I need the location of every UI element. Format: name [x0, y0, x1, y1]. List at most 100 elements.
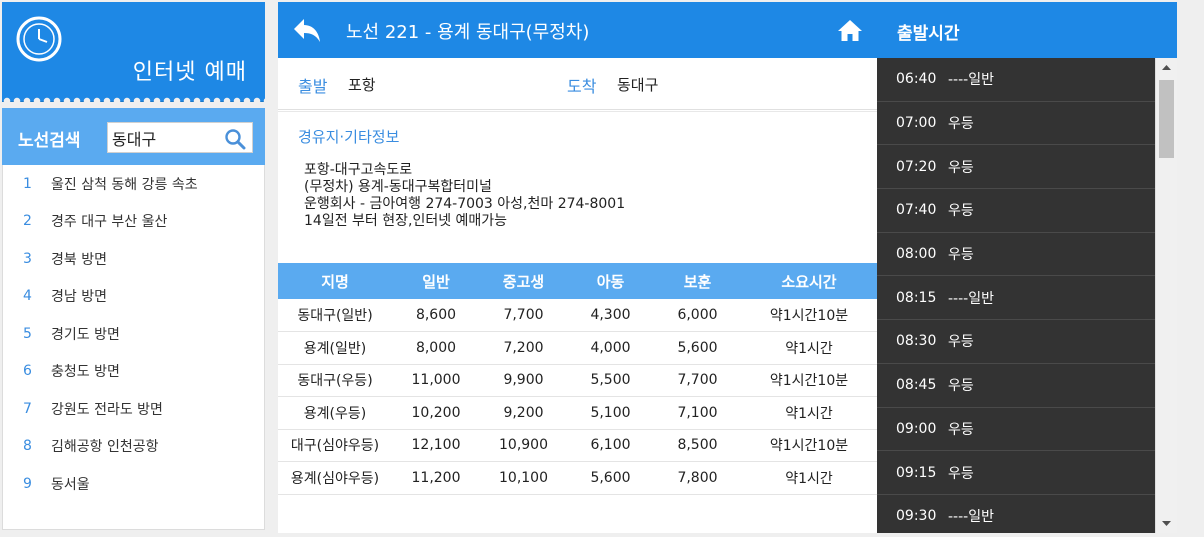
route-info-section: 경유지·기타정보 포항-대구고속도로 (무정차) 용계-동대구복합터미널 운행회… [278, 111, 877, 263]
cell: 10,900 [480, 429, 567, 462]
departure-time: 08:45 [896, 377, 937, 394]
departure-time: 09:30 [896, 507, 937, 524]
col-header: 소요시간 [741, 263, 877, 299]
cell: 동대구(일반) [278, 299, 392, 332]
col-header: 지명 [278, 263, 392, 299]
info-lines: 포항-대구고속도로 (무정차) 용계-동대구복합터미널 운행회사 - 금아여행 … [304, 162, 625, 230]
departure-time: 07:20 [896, 158, 937, 175]
route-number: 4 [23, 288, 32, 305]
route-number: 9 [23, 475, 32, 492]
arrival-value: 동대구 [617, 76, 659, 94]
bus-class: ----일반 [948, 290, 994, 307]
time-item[interactable]: 09:30 ----일반 [877, 495, 1155, 537]
route-item[interactable]: 3 경북 방면 [3, 240, 264, 278]
cell: 11,200 [392, 461, 480, 495]
bus-class: 우등 [948, 465, 974, 482]
time-item[interactable]: 09:15 우등 [877, 451, 1155, 495]
scroll-up-arrow-icon[interactable] [1156, 58, 1177, 78]
cell: 약1시간10분 [741, 429, 877, 462]
bus-class: 우등 [948, 421, 974, 438]
cell: 약1시간10분 [741, 299, 877, 332]
cell: 10,100 [480, 461, 567, 495]
route-item[interactable]: 7 강원도 전라도 방면 [3, 390, 264, 428]
cell: 8,000 [392, 331, 480, 365]
search-icon[interactable] [224, 128, 246, 150]
cell: 7,700 [654, 364, 741, 397]
col-header: 아동 [567, 263, 654, 299]
scroll-thumb[interactable] [1159, 80, 1174, 158]
home-icon[interactable] [837, 18, 863, 42]
departure-time: 09:00 [896, 420, 937, 437]
time-item[interactable]: 07:20 우등 [877, 145, 1155, 190]
route-item[interactable]: 2 경주 대구 부산 울산 [3, 203, 264, 241]
table-row: 용계(일반) 8,000 7,200 4,000 5,600 약1시간 [278, 331, 877, 365]
bus-class: 우등 [948, 247, 974, 264]
search-label: 노선검색 [18, 131, 81, 151]
route-number: 8 [23, 438, 32, 455]
cell: 약1시간10분 [741, 364, 877, 397]
time-item[interactable]: 07:00 우등 [877, 102, 1155, 146]
fare-table-header: 지명 일반 중고생 아동 보훈 소요시간 [278, 263, 877, 299]
route-name: 경기도 방면 [51, 326, 120, 343]
time-item[interactable]: 08:15 ----일반 [877, 276, 1155, 321]
search-box [107, 122, 253, 153]
cell: 동대구(우등) [278, 364, 392, 397]
departure-time: 06:40 [896, 71, 937, 88]
time-item[interactable]: 09:00 우등 [877, 408, 1155, 452]
departure-time: 07:40 [896, 202, 937, 219]
cell: 7,200 [480, 331, 567, 365]
departure-times-panel: 출발시간 06:40 ----일반 07:00 우등 07:20 우등 07:40 우등… [877, 2, 1177, 533]
table-row: 동대구(일반) 8,600 7,700 4,300 6,000 약1시간10분 [278, 299, 877, 332]
cell: 7,100 [654, 396, 741, 430]
time-item[interactable]: 08:00 우등 [877, 233, 1155, 277]
table-row: 용계(우등) 10,200 9,200 5,100 7,100 약1시간 [278, 396, 877, 430]
left-panel: 인터넷 예매 노선검색 1 울진 삼척 동해 강릉 속초 2 경주 대구 부산 울산… [2, 2, 265, 530]
cell: 11,000 [392, 364, 480, 397]
scroll-down-arrow-icon[interactable] [1156, 513, 1177, 533]
route-item[interactable]: 8 김해공항 인천공항 [3, 428, 264, 466]
cell: 대구(심야우등) [278, 429, 392, 462]
cell: 용계(일반) [278, 331, 392, 365]
cell: 4,300 [567, 299, 654, 332]
departure-time: 09:15 [896, 464, 937, 481]
route-item[interactable]: 9 동서울 [3, 465, 264, 503]
route-number: 2 [23, 213, 32, 230]
table-row: 용계(심야우등) 11,200 10,100 5,600 7,800 약1시간 [278, 461, 877, 495]
col-header: 보훈 [654, 263, 741, 299]
cell: 4,000 [567, 331, 654, 365]
route-item[interactable]: 6 충청도 방면 [3, 353, 264, 391]
info-line: 포항-대구고속도로 [304, 162, 413, 178]
info-line: 운행회사 - 금아여행 274-7003 아성,천마 274-8001 [304, 196, 626, 212]
times-header: 출발시간 [877, 2, 1177, 58]
cell: 12,100 [392, 429, 480, 462]
table-row: 동대구(우등) 11,000 9,900 5,500 7,700 약1시간10분 [278, 364, 877, 397]
time-list-scrollbar[interactable] [1155, 58, 1177, 533]
info-title: 경유지·기타정보 [298, 128, 400, 146]
route-name: 강원도 전라도 방면 [51, 401, 163, 418]
search-input[interactable] [112, 127, 222, 149]
route-header: 노선 221 - 용계 동대구(무정차) [278, 2, 877, 58]
cell: 9,200 [480, 396, 567, 430]
route-name: 경주 대구 부산 울산 [51, 214, 168, 231]
route-item[interactable]: 4 경남 방면 [3, 278, 264, 316]
cell: 7,800 [654, 461, 741, 495]
table-row: 대구(심야우등) 12,100 10,900 6,100 8,500 약1시간10분 [278, 429, 877, 462]
route-name: 경북 방면 [51, 251, 107, 268]
route-name: 충청도 방면 [51, 364, 120, 381]
back-arrow-icon[interactable] [292, 16, 322, 44]
route-item[interactable]: 5 경기도 방면 [3, 315, 264, 353]
route-list: 1 울진 삼척 동해 강릉 속초 2 경주 대구 부산 울산 3 경북 방면 4 경남 … [2, 165, 265, 530]
time-item[interactable]: 08:30 우등 [877, 320, 1155, 364]
time-item[interactable]: 08:45 우등 [877, 364, 1155, 408]
time-item[interactable]: 06:40 ----일반 [877, 58, 1155, 102]
departure-time: 07:00 [896, 115, 937, 132]
clock-icon [16, 16, 62, 62]
time-item[interactable]: 07:40 우등 [877, 189, 1155, 233]
cell: 5,600 [654, 331, 741, 365]
bus-class: 우등 [948, 203, 974, 220]
route-detail-panel: 노선 221 - 용계 동대구(무정차) 출발 포항 도착 동대구 경유지·기타… [278, 2, 877, 533]
cell: 약1시간 [741, 461, 877, 495]
page-margin [1177, 2, 1204, 533]
route-item[interactable]: 1 울진 삼척 동해 강릉 속초 [3, 165, 264, 203]
cell: 용계(우등) [278, 396, 392, 430]
